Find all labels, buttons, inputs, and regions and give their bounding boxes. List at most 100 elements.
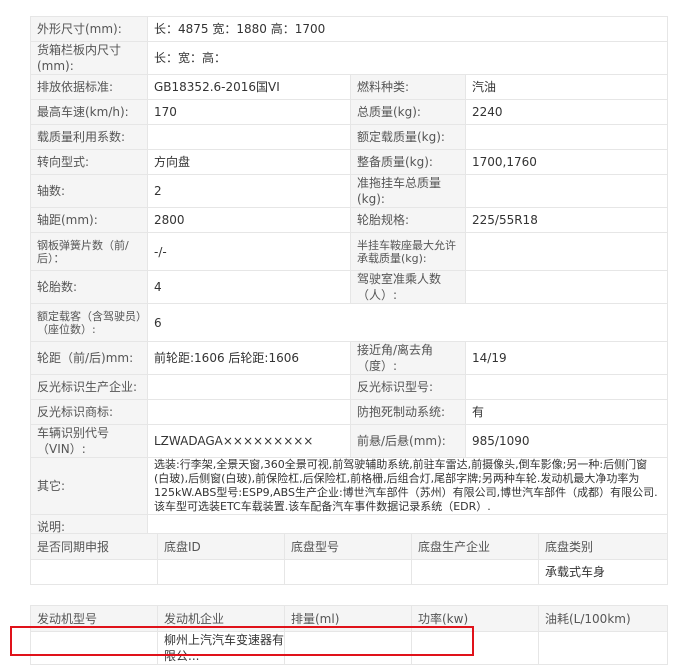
chassis-cell (157, 559, 285, 585)
spec-label: 最高车速(km/h): (30, 99, 148, 125)
spec-value: 225/55R18 (464, 207, 669, 233)
spec-value (147, 124, 351, 150)
spec-label: 排放依据标准: (30, 74, 148, 100)
spec-label: 额定载客（含驾驶员）（座位数）: (30, 303, 148, 342)
engine-column-header: 油耗(L/100km) (538, 605, 668, 632)
spec-label: 载质量利用系数: (30, 124, 148, 150)
spec-row: 反光标识商标: 防抱死制动系统: 有 (30, 399, 669, 425)
spec-row: 最高车速(km/h): 170 总质量(kg): 2240 (30, 99, 669, 125)
spec-value: 985/1090 (464, 424, 669, 458)
engine-cell (538, 631, 668, 665)
spec-label: 轴数: (30, 174, 148, 208)
engine-cell: 柳州上汽汽车变速器有限公... (157, 631, 285, 665)
spec-label: 准拖挂车总质量(kg): (350, 174, 466, 208)
engine-table: 发动机型号 发动机企业 排量(ml) 功率(kw) 油耗(L/100km) 柳州上汽汽车变… (30, 605, 668, 665)
spec-row: 钢板弹簧片数（前/后）： -/- 半挂车鞍座最大允许承载质量(kg): (30, 232, 669, 271)
chassis-header-row: 是否同期申报 底盘ID 底盘型号 底盘生产企业 底盘类别 (30, 533, 668, 560)
spec-value: 2800 (147, 207, 351, 233)
spec-label: 反光标识商标: (30, 399, 148, 425)
spec-value (464, 174, 669, 208)
spec-row: 轴距(mm): 2800 轮胎规格: 225/55R18 (30, 207, 669, 233)
spec-label: 轴距(mm): (30, 207, 148, 233)
spec-value: 选装:行李架,全景天窗,360全景可视,前驾驶辅助系统,前驻车雷达,前摄像头,倒… (146, 457, 669, 515)
spec-row: 车辆识别代号（VIN）: LZWADAGA××××××××× 前悬/后悬(mm): 9… (30, 424, 669, 458)
spec-value (147, 374, 351, 400)
chassis-cell (30, 559, 158, 585)
spec-label: 前悬/后悬(mm): (350, 424, 466, 458)
spec-label: 轮距（前/后)mm: (30, 341, 148, 375)
chassis-table: 是否同期申报 底盘ID 底盘型号 底盘生产企业 底盘类别 承载式车身 (30, 533, 668, 585)
spec-label: 其它: (30, 457, 148, 515)
spec-value: GB18352.6-2016国VI (147, 74, 351, 100)
engine-cell (411, 631, 539, 665)
vehicle-spec-page: 外形尺寸(mm): 长：4875 宽：1880 高：1700 货箱栏板内尺寸(mm)… (0, 0, 691, 665)
spec-value (464, 232, 669, 271)
spec-row: 转向型式: 方向盘 整备质量(kg): 1700,1760 (30, 149, 669, 175)
chassis-cell (411, 559, 539, 585)
chassis-column-header: 底盘型号 (284, 533, 412, 560)
chassis-row: 承载式车身 (30, 559, 668, 585)
spec-label: 防抱死制动系统: (350, 399, 466, 425)
spec-value: 有 (464, 399, 669, 425)
spec-value (464, 270, 669, 304)
spec-row: 载质量利用系数: 额定载质量(kg): (30, 124, 669, 150)
spec-row: 反光标识生产企业: 反光标识型号: (30, 374, 669, 400)
spec-label: 总质量(kg): (350, 99, 466, 125)
engine-column-header: 功率(kw) (411, 605, 539, 632)
spec-label: 轮胎规格: (350, 207, 466, 233)
chassis-column-header: 是否同期申报 (30, 533, 158, 560)
spec-label: 钢板弹簧片数（前/后）： (30, 232, 148, 271)
spec-value (464, 124, 669, 150)
chassis-column-header: 底盘生产企业 (411, 533, 539, 560)
spec-value: 14/19 (464, 341, 669, 375)
spec-value: -/- (147, 232, 351, 271)
spec-value: 2 (147, 174, 351, 208)
spec-value: 6 (146, 303, 669, 342)
spec-row: 额定载客（含驾驶员）（座位数）: 6 (30, 303, 669, 342)
spec-value: 前轮距:1606 后轮距:1606 (147, 341, 351, 375)
engine-cell (284, 631, 412, 665)
spec-label: 轮胎数: (30, 270, 148, 304)
spec-value: 长：4875 宽：1880 高：1700 (146, 16, 669, 42)
spec-label: 转向型式: (30, 149, 148, 175)
engine-column-header: 排量(ml) (284, 605, 412, 632)
spec-row: 轴数: 2 准拖挂车总质量(kg): (30, 174, 669, 208)
engine-column-header: 发动机型号 (30, 605, 158, 632)
engine-header-row: 发动机型号 发动机企业 排量(ml) 功率(kw) 油耗(L/100km) (30, 605, 668, 632)
spec-label: 燃料种类: (350, 74, 466, 100)
spec-value: 汽油 (464, 74, 669, 100)
spec-label: 接近角/离去角（度）: (350, 341, 466, 375)
spec-value: 1700,1760 (464, 149, 669, 175)
spec-value: 4 (147, 270, 351, 304)
spec-label: 反光标识生产企业: (30, 374, 148, 400)
spec-table: 外形尺寸(mm): 长：4875 宽：1880 高：1700 货箱栏板内尺寸(mm)… (30, 16, 669, 573)
spec-value: 170 (147, 99, 351, 125)
spec-row: 外形尺寸(mm): 长：4875 宽：1880 高：1700 (30, 16, 669, 42)
spec-label: 驾驶室准乘人数（人）: (350, 270, 466, 304)
chassis-column-header: 底盘ID (157, 533, 285, 560)
spec-label: 额定载质量(kg): (350, 124, 466, 150)
spec-label: 反光标识型号: (350, 374, 466, 400)
chassis-cell: 承载式车身 (538, 559, 668, 585)
spec-value (464, 374, 669, 400)
spec-value: 长：宽：高： (146, 41, 669, 75)
spec-value: 方向盘 (147, 149, 351, 175)
spec-row: 轮距（前/后)mm: 前轮距:1606 后轮距:1606 接近角/离去角（度）: 14… (30, 341, 669, 375)
spec-label: 车辆识别代号（VIN）: (30, 424, 148, 458)
engine-cell (30, 631, 158, 665)
chassis-cell (284, 559, 412, 585)
spec-row: 货箱栏板内尺寸(mm): 长：宽：高： (30, 41, 669, 75)
spec-value: 2240 (464, 99, 669, 125)
spec-row: 排放依据标准: GB18352.6-2016国VI 燃料种类: 汽油 (30, 74, 669, 100)
spec-row: 轮胎数: 4 驾驶室准乘人数（人）: (30, 270, 669, 304)
engine-column-header: 发动机企业 (157, 605, 285, 632)
spec-value: LZWADAGA××××××××× (147, 424, 351, 458)
spec-label: 整备质量(kg): (350, 149, 466, 175)
spec-label: 半挂车鞍座最大允许承载质量(kg): (350, 232, 466, 271)
chassis-column-header: 底盘类别 (538, 533, 668, 560)
spec-row: 其它: 选装:行李架,全景天窗,360全景可视,前驾驶辅助系统,前驻车雷达,前摄像… (30, 457, 669, 515)
spec-value (147, 399, 351, 425)
spec-label: 外形尺寸(mm): (30, 16, 148, 42)
spec-label: 货箱栏板内尺寸(mm): (30, 41, 148, 75)
engine-row: 柳州上汽汽车变速器有限公... (30, 631, 668, 665)
